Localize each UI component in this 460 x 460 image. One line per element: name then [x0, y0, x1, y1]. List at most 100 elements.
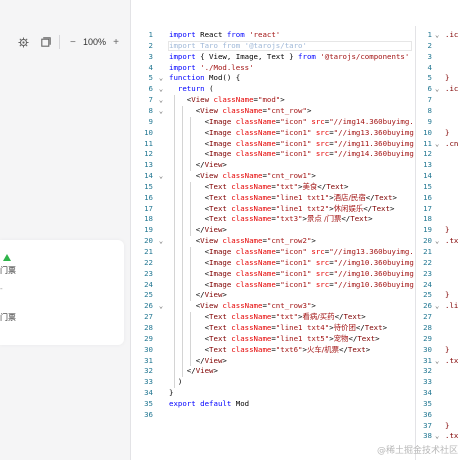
less-code-line[interactable]: 27: [416, 312, 460, 323]
code-line[interactable]: 17 <Text className="line1 txt2">休闲娱乐</Te…: [131, 204, 414, 215]
code-editor[interactable]: 1 import React from 'react' 2 import Taro f…: [131, 26, 414, 460]
code-line[interactable]: 25 </View>: [131, 290, 414, 301]
less-code-line[interactable]: 16: [416, 193, 460, 204]
line-number: 16: [423, 192, 432, 202]
code-line[interactable]: 14 ⌄ <View className="cnt_row1">: [131, 171, 414, 182]
code-line[interactable]: 7 ⌄ <View className="mod">: [131, 95, 414, 106]
less-code-line[interactable]: 3: [416, 52, 460, 63]
code-line[interactable]: 3 import { View, Image, Text } from '@tar…: [131, 52, 414, 63]
less-code-line[interactable]: 18: [416, 214, 460, 225]
code-line[interactable]: 32 </View>: [131, 366, 414, 377]
code-line[interactable]: 19 </View>: [131, 225, 414, 236]
less-code-line[interactable]: 36: [416, 410, 460, 421]
less-code-line[interactable]: 2: [416, 41, 460, 52]
code-line[interactable]: 16 <Text className="line1 txt1">酒店/民宿</T…: [131, 193, 414, 204]
code-line[interactable]: 35 export default Mod: [131, 399, 414, 410]
code-line[interactable]: 33 ): [131, 377, 414, 388]
less-code-line[interactable]: 25}: [416, 290, 460, 301]
fold-chevron-icon[interactable]: ⌄: [435, 301, 443, 312]
code-line[interactable]: 36: [131, 410, 414, 421]
code-line[interactable]: 34}: [131, 388, 414, 399]
code-line[interactable]: 26 ⌄ <View className="cnt_row3">: [131, 301, 414, 312]
less-editor-pane[interactable]: 1 ⌄ .ic 2 3 4 5} 6 ⌄ .ic 7 8 9 10} 11 ⌄ .cn 12 13 14 15 16 17 1…: [415, 26, 460, 460]
less-code-line[interactable]: 22: [416, 258, 460, 269]
code-line[interactable]: 9 <Image className="icon" src="//img14.3…: [131, 117, 414, 128]
less-code-line[interactable]: 37}: [416, 421, 460, 432]
less-code-line[interactable]: 17: [416, 204, 460, 215]
less-code-line[interactable]: 8: [416, 106, 460, 117]
less-code-line[interactable]: 6 ⌄ .ic: [416, 84, 460, 95]
code-line[interactable]: 2 import Taro from '@tarojs/taro': [131, 41, 414, 52]
less-code-line[interactable]: 34: [416, 388, 460, 399]
code-line[interactable]: 28 <Text className="line1 txt4">待价团</Tex…: [131, 323, 414, 334]
code-token: <: [169, 333, 210, 343]
code-line[interactable]: 27 <Text className="txt">看病/买药</Text>: [131, 312, 414, 323]
code-line[interactable]: 22 <Image className="icon1" src="//img10…: [131, 258, 414, 269]
fold-chevron-icon[interactable]: ⌄: [435, 84, 443, 95]
fold-chevron-icon[interactable]: ⌄: [156, 84, 166, 95]
less-code-line[interactable]: 5}: [416, 73, 460, 84]
code-line[interactable]: 11 <Image className="icon1" src="//img11…: [131, 139, 414, 150]
less-code-line[interactable]: 33: [416, 377, 460, 388]
code-line[interactable]: 4 import './Mod.less': [131, 63, 414, 74]
code-line[interactable]: 23 <Image className="icon1" src="//img10…: [131, 269, 414, 280]
zoom-out-button[interactable]: −: [65, 34, 81, 50]
less-code-line[interactable]: 11 ⌄ .cn: [416, 139, 460, 150]
less-code-line[interactable]: 7: [416, 95, 460, 106]
less-code-line[interactable]: 32: [416, 366, 460, 377]
code-line[interactable]: 31 </View>: [131, 356, 414, 367]
code-line[interactable]: 6 ⌄ return (: [131, 84, 414, 95]
less-code-line[interactable]: 28: [416, 323, 460, 334]
code-token: className: [235, 279, 276, 289]
less-code-line[interactable]: 38 ⌄ .tx: [416, 431, 460, 442]
line-number: 16: [144, 192, 153, 202]
code-line[interactable]: 5 ⌄ function Mod() {: [131, 73, 414, 84]
less-code-line[interactable]: 9: [416, 117, 460, 128]
less-code-line[interactable]: 26 ⌄ .li: [416, 301, 460, 312]
less-code-line[interactable]: 19}: [416, 225, 460, 236]
fold-chevron-icon[interactable]: ⌄: [435, 236, 443, 247]
code-line[interactable]: 13 </View>: [131, 160, 414, 171]
code-line[interactable]: 18 <Text className="txt3">景点 /门票</Text>: [131, 214, 414, 225]
less-code-line[interactable]: 31 ⌄ .tx: [416, 356, 460, 367]
less-code-line[interactable]: 1 ⌄ .ic: [416, 30, 460, 41]
code-line[interactable]: 21 <Image className="icon" src="//img13.…: [131, 247, 414, 258]
code-line[interactable]: 24 <Image className="icon1" src="//img10…: [131, 280, 414, 291]
fold-chevron-icon[interactable]: ⌄: [435, 356, 443, 367]
fold-chevron-icon[interactable]: ⌄: [435, 139, 443, 150]
code-line[interactable]: 15 <Text className="txt">美食</Text>: [131, 182, 414, 193]
less-code-line[interactable]: 4: [416, 63, 460, 74]
code-token: return: [177, 84, 210, 94]
less-code-line[interactable]: 20 ⌄ .tx: [416, 236, 460, 247]
zoom-in-button[interactable]: +: [108, 34, 124, 50]
gear-icon[interactable]: [16, 34, 32, 50]
less-code-line[interactable]: 35: [416, 399, 460, 410]
fold-chevron-icon[interactable]: ⌄: [156, 171, 166, 182]
less-code-line[interactable]: 24: [416, 280, 460, 291]
line-number: 32: [144, 366, 153, 376]
fold-chevron-icon[interactable]: ⌄: [156, 95, 166, 106]
less-code-line[interactable]: 12: [416, 149, 460, 160]
less-code-line[interactable]: 21: [416, 247, 460, 258]
less-code-line[interactable]: 15: [416, 182, 460, 193]
code-line[interactable]: 29 <Text className="line1 txt5">宠物</Text…: [131, 334, 414, 345]
less-code-line[interactable]: 10}: [416, 128, 460, 139]
fold-chevron-icon[interactable]: ⌄: [435, 30, 443, 41]
layout-icon[interactable]: [38, 34, 54, 50]
less-code-line[interactable]: 13: [416, 160, 460, 171]
fold-chevron-icon[interactable]: ⌄: [156, 106, 166, 117]
code-line[interactable]: 10 <Image className="icon1" src="//img13…: [131, 128, 414, 139]
fold-chevron-icon[interactable]: ⌄: [156, 236, 166, 247]
less-code-line[interactable]: 29: [416, 334, 460, 345]
less-code-line[interactable]: 30}: [416, 345, 460, 356]
code-line[interactable]: 8 ⌄ <View className="cnt_row">: [131, 106, 414, 117]
fold-chevron-icon[interactable]: ⌄: [156, 73, 166, 84]
code-line[interactable]: 12 <Image className="icon1" src="//img14…: [131, 149, 414, 160]
fold-chevron-icon[interactable]: ⌄: [435, 431, 443, 442]
code-line[interactable]: 30 <Text className="txt6">火车/机票</Text>: [131, 345, 414, 356]
code-line[interactable]: 20 ⌄ <View className="cnt_row2">: [131, 236, 414, 247]
less-code-line[interactable]: 14: [416, 171, 460, 182]
less-code-line[interactable]: 23: [416, 269, 460, 280]
fold-chevron-icon[interactable]: ⌄: [156, 301, 166, 312]
code-line[interactable]: 1 import React from 'react': [131, 30, 414, 41]
